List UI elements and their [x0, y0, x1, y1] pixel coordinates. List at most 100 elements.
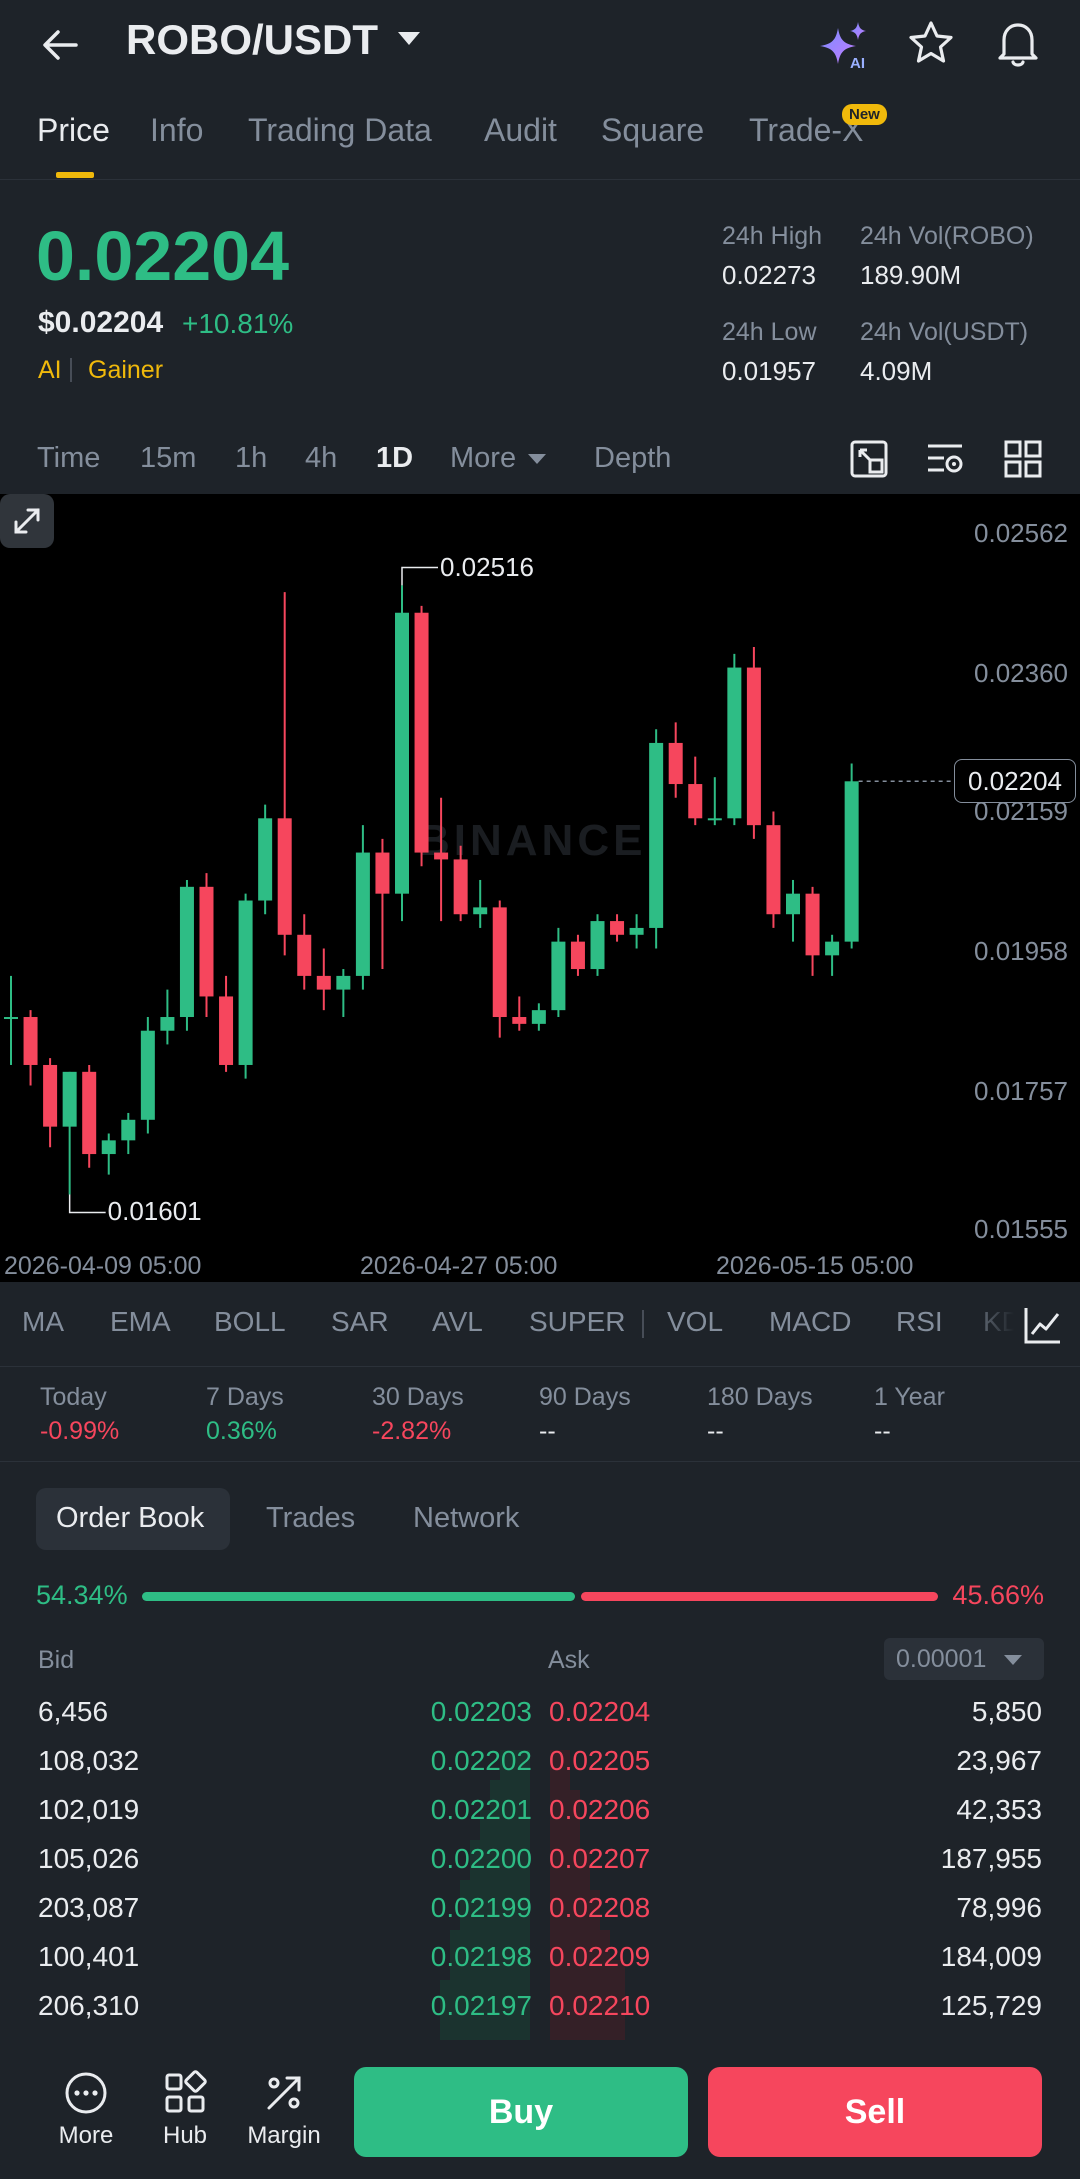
stat-24h-high-label: 24h High: [722, 222, 823, 250]
ask-price: 0.02208: [549, 1892, 651, 1923]
indicator-macd[interactable]: MACD: [769, 1306, 851, 1338]
interval-1h[interactable]: 1h: [235, 442, 267, 475]
y-tick-label: 0.02360: [974, 658, 1068, 688]
ai-sparkle-icon[interactable]: AI: [818, 18, 874, 74]
candle-body: [414, 612, 429, 853]
candle-body: [453, 859, 468, 915]
candle-body: [355, 852, 370, 976]
tab-audit[interactable]: Audit: [484, 112, 557, 149]
candle-body: [297, 934, 312, 976]
candle-body: [4, 1017, 18, 1020]
candlestick-chart[interactable]: BINANCE 0.02562 0.02360 0.02159 0.01958 …: [0, 494, 1080, 1282]
indicator-settings-icon[interactable]: [1022, 1304, 1064, 1346]
indicator-vol[interactable]: VOL: [667, 1306, 723, 1338]
candle-body: [512, 1017, 527, 1024]
tab-info[interactable]: Info: [150, 112, 203, 149]
stat-24h-vol-quote: 4.09M: [860, 356, 933, 386]
ask-price: 0.02206: [549, 1794, 651, 1825]
bell-icon[interactable]: [992, 16, 1044, 70]
indicator-boll[interactable]: BOLL: [214, 1306, 286, 1338]
tag-ai[interactable]: AI: [38, 356, 62, 385]
orderbook-row[interactable]: 108,032 0.02202 0.02205 23,967: [0, 1745, 1080, 1794]
bid-quantity: 108,032: [38, 1745, 140, 1776]
indicator-sar[interactable]: SAR: [331, 1306, 389, 1338]
ask-quantity: 187,955: [940, 1843, 1042, 1874]
stat-24h-vol-base-label: 24h Vol(ROBO): [860, 222, 1034, 250]
low-marker-line: [68, 1194, 106, 1214]
precision-caret-icon: [1004, 1655, 1022, 1665]
bid-price: 0.02201: [430, 1794, 532, 1825]
precision-selector[interactable]: 0.00001: [884, 1638, 1044, 1680]
ask-quantity: 23,967: [956, 1745, 1042, 1776]
tab-price[interactable]: Price: [37, 112, 110, 149]
indicator-ema[interactable]: EMA: [110, 1306, 171, 1338]
orderbook-row[interactable]: 203,087 0.02199 0.02208 78,996: [0, 1892, 1080, 1941]
chart-settings-icon[interactable]: [924, 438, 966, 480]
interval-more[interactable]: More: [450, 442, 516, 475]
perf-value: --: [874, 1417, 891, 1445]
candle-body: [434, 852, 449, 860]
bid-price: 0.02200: [430, 1843, 532, 1874]
orderbook-tabs: Order Book Trades Network: [0, 1488, 1080, 1550]
pair-dropdown-caret-icon[interactable]: [398, 32, 420, 45]
ask-quantity: 184,009: [940, 1941, 1042, 1972]
y-tick-label: 0.01757: [974, 1076, 1068, 1106]
candle-body: [727, 667, 742, 819]
hub-label: Hub: [162, 2122, 208, 2149]
buy-button[interactable]: Buy: [354, 2067, 688, 2157]
back-arrow-icon[interactable]: [36, 20, 86, 70]
candle-body: [219, 996, 234, 1065]
orderbook-row[interactable]: 6,456 0.02203 0.02204 5,850: [0, 1696, 1080, 1745]
indicator-super[interactable]: SUPER: [529, 1306, 625, 1338]
orderbook-row[interactable]: 102,019 0.02201 0.02206 42,353: [0, 1794, 1080, 1843]
indicator-avl[interactable]: AVL: [432, 1306, 483, 1338]
hub-button[interactable]: Hub: [143, 2070, 227, 2150]
tab-order-book[interactable]: Order Book: [56, 1502, 204, 1535]
candle-body: [277, 818, 292, 935]
tab-trades[interactable]: Trades: [266, 1502, 355, 1535]
more-button[interactable]: More: [44, 2070, 128, 2150]
pair-title[interactable]: ROBO/USDT: [126, 16, 378, 64]
interval-15m[interactable]: 15m: [140, 442, 196, 475]
sell-button[interactable]: Sell: [708, 2067, 1042, 2157]
ask-quantity: 125,729: [940, 1990, 1042, 2021]
perf-value: --: [707, 1417, 724, 1445]
last-price: 0.02204: [36, 217, 290, 295]
svg-text:AI: AI: [850, 55, 865, 72]
change-percent: +10.81%: [182, 308, 294, 339]
tab-network[interactable]: Network: [413, 1502, 519, 1535]
layout-grid-icon[interactable]: [1002, 438, 1044, 480]
orderbook-row[interactable]: 206,310 0.02197 0.02210 125,729: [0, 1990, 1080, 2039]
period-performance: Today -0.99% 7 Days 0.36% 30 Days -2.82%…: [0, 1366, 1080, 1462]
candle-body: [786, 893, 800, 915]
margin-button[interactable]: Margin: [242, 2070, 326, 2150]
star-favorite-icon[interactable]: [906, 18, 956, 68]
interval-time[interactable]: Time: [37, 442, 100, 475]
stat-24h-vol-quote-label: 24h Vol(USDT): [860, 318, 1029, 346]
y-tick-label: 0.01555: [974, 1214, 1068, 1244]
tab-trading-data[interactable]: Trading Data: [248, 112, 432, 149]
stat-24h-low: 0.01957: [722, 356, 816, 386]
tab-square[interactable]: Square: [601, 112, 704, 149]
interval-1d[interactable]: 1D: [376, 442, 413, 475]
interval-bar: Time 15m 1h 4h 1D More Depth: [0, 428, 1080, 492]
orderbook-row[interactable]: 100,401 0.02198 0.02209 184,009: [0, 1941, 1080, 1990]
tag-gainer[interactable]: Gainer: [88, 356, 163, 385]
candle-body: [649, 742, 664, 928]
ask-quantity: 42,353: [956, 1794, 1042, 1825]
ask-ratio-bar: [581, 1592, 938, 1601]
indicator-rsi[interactable]: RSI: [896, 1306, 943, 1338]
candle-body: [82, 1071, 97, 1155]
orderbook-row[interactable]: 105,026 0.02200 0.02207 187,955: [0, 1843, 1080, 1892]
ask-price: 0.02210: [549, 1990, 651, 2021]
fullscreen-chart-icon[interactable]: [848, 438, 890, 480]
interval-4h[interactable]: 4h: [305, 442, 337, 475]
low-marker-label: 0.01601: [107, 1196, 202, 1227]
perf-value: --: [539, 1417, 556, 1445]
perf-value: -2.82%: [372, 1417, 452, 1445]
expand-chart-icon[interactable]: [0, 494, 54, 548]
perf-label: 30 Days: [372, 1383, 464, 1411]
candle-body: [258, 818, 273, 901]
interval-depth[interactable]: Depth: [594, 442, 671, 475]
indicator-ma[interactable]: MA: [22, 1306, 64, 1338]
